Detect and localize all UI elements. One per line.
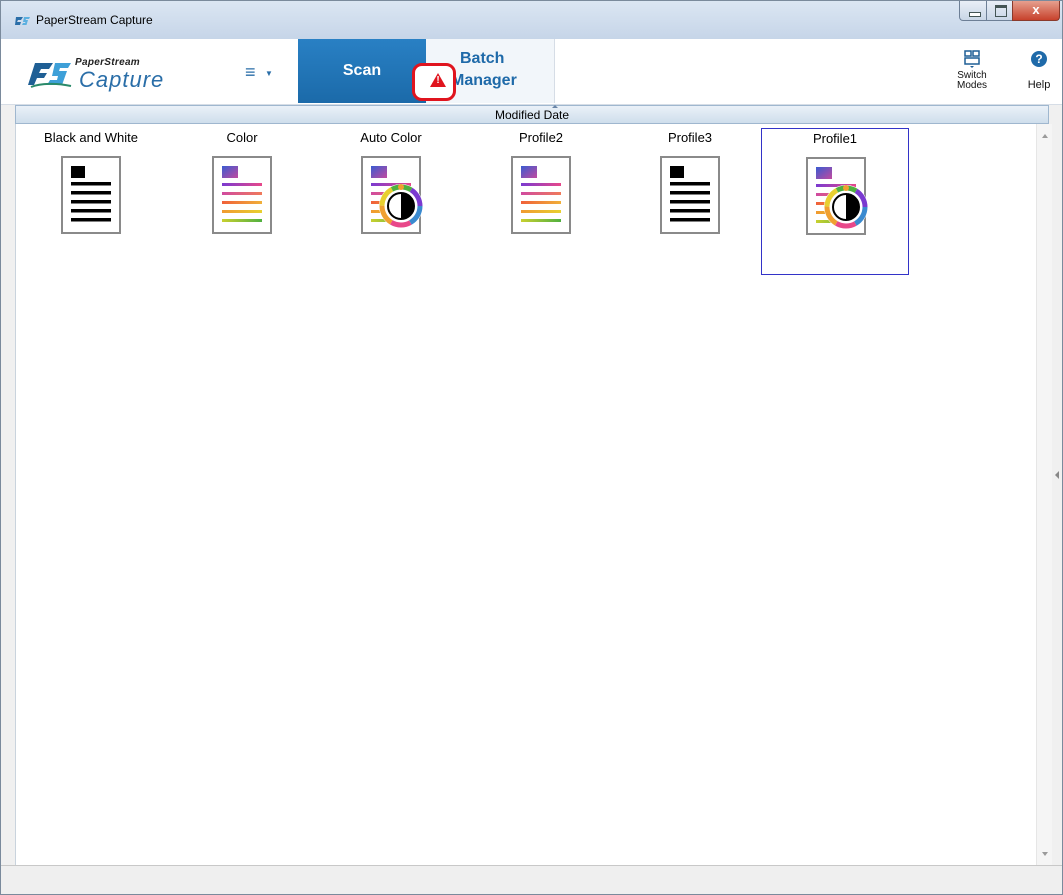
vertical-scrollbar[interactable] xyxy=(1036,124,1052,865)
profile-name: Profile3 xyxy=(667,130,713,145)
maximize-button[interactable] xyxy=(986,1,1013,21)
scroll-down-icon[interactable] xyxy=(1042,852,1048,856)
auto-color-document-icon xyxy=(806,157,868,235)
close-button[interactable]: x xyxy=(1012,1,1060,21)
scroll-up-icon[interactable] xyxy=(1042,134,1048,138)
ps-logo-icon xyxy=(28,63,72,88)
profile-name: Auto Color xyxy=(360,130,422,145)
color-document-icon xyxy=(511,156,571,234)
toolbar: PaperStream Capture ≡ ▼ Scan Batch Manag… xyxy=(1,39,1062,105)
left-panel-strip xyxy=(1,105,16,865)
profile-name: Profile2 xyxy=(518,130,564,145)
logo-big-text: Capture xyxy=(79,67,165,92)
tab-batch-manager-label-1: Batch xyxy=(460,50,505,67)
menu-button[interactable]: ≡ ▼ xyxy=(245,61,275,83)
switch-modes-icon xyxy=(964,50,980,68)
title-bar: PaperStream Capture x xyxy=(1,1,1062,39)
chevron-down-icon: ▼ xyxy=(265,69,273,78)
profile-name: Black and White xyxy=(44,130,138,145)
color-document-icon xyxy=(212,156,272,234)
app-logo-icon xyxy=(15,17,30,25)
window-title: PaperStream Capture xyxy=(36,13,153,27)
profile-name: Color xyxy=(226,130,258,145)
switch-modes-button[interactable]: Switch Modes xyxy=(949,49,995,97)
sort-header[interactable]: Modified Date xyxy=(15,105,1049,124)
profile-tile-auto-color[interactable]: Auto Color xyxy=(317,128,465,275)
batch-manager-warning: ! xyxy=(412,63,456,101)
profile-tile-black-and-white[interactable]: Black and White xyxy=(17,128,165,275)
profile-tile-profile1[interactable]: Profile1 xyxy=(761,128,909,275)
tab-batch-manager-label-2: Manager xyxy=(451,72,517,89)
auto-color-document-icon xyxy=(361,156,423,234)
minimize-button[interactable] xyxy=(959,1,987,21)
help-button[interactable]: ? Help xyxy=(1021,49,1057,97)
hamburger-icon: ≡ xyxy=(245,62,256,82)
profile-tile-color[interactable]: Color xyxy=(168,128,316,275)
help-icon: ? xyxy=(1031,51,1047,67)
profile-tile-profile3[interactable]: Profile3 xyxy=(616,128,764,275)
profile-tile-profile2[interactable]: Profile2 xyxy=(467,128,615,275)
tab-scan[interactable]: Scan xyxy=(298,39,426,103)
profile-name: Profile1 xyxy=(812,131,858,146)
status-bar xyxy=(1,865,1062,894)
side-panel-grip-icon[interactable] xyxy=(1055,471,1059,479)
paperstream-capture-logo: PaperStream Capture xyxy=(27,53,187,93)
app-window: PaperStream Capture x PaperStream Captur… xyxy=(0,0,1063,895)
bw-document-icon xyxy=(61,156,121,234)
switch-modes-label: Switch Modes xyxy=(956,70,987,91)
bw-document-icon xyxy=(660,156,720,234)
maximize-icon xyxy=(995,5,1007,17)
minimize-icon xyxy=(969,12,981,17)
close-icon: x xyxy=(1032,2,1040,17)
sort-header-label: Modified Date xyxy=(494,108,570,122)
help-label: Help xyxy=(1027,79,1051,91)
